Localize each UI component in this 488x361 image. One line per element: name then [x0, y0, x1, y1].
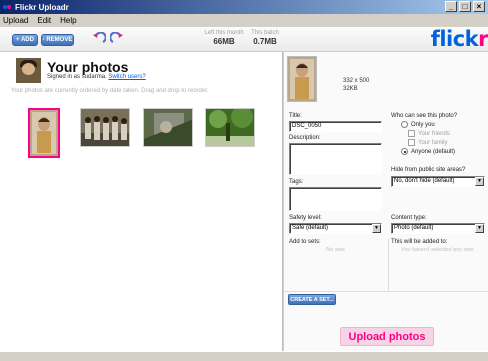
- hide-label: Hide from public site areas?: [391, 167, 466, 173]
- remove-button[interactable]: - REMOVE: [41, 34, 74, 46]
- create-set-button[interactable]: CREATE A SET...: [288, 294, 336, 305]
- menu-bar: Upload Edit Help: [0, 14, 488, 27]
- photo-dimensions: 332 x 500 32KB: [343, 78, 370, 92]
- menu-help[interactable]: Help: [60, 16, 76, 25]
- radio-anyone: [401, 148, 408, 155]
- rotate-right-icon[interactable]: [110, 32, 124, 46]
- window-title: Flickr Uploadr: [15, 2, 69, 12]
- chevron-down-icon: ▼: [372, 224, 381, 233]
- content-type-select[interactable]: Photo (default) ▼: [391, 223, 485, 234]
- chevron-down-icon: ▼: [475, 224, 484, 233]
- radio-only-you: [401, 121, 408, 128]
- this-batch: This batch 0.7MB: [251, 30, 279, 46]
- toolbar: + ADD - REMOVE Left this month 66MB This…: [0, 27, 488, 52]
- no-sets-note: No sets: [326, 247, 345, 253]
- window-titlebar: Flickr Uploadr _ □ ×: [0, 0, 488, 14]
- page-title: Your photos: [47, 59, 129, 75]
- photo-thumbnail[interactable]: [205, 108, 255, 147]
- switch-users-link[interactable]: Switch users?: [108, 74, 145, 80]
- signed-in-text: Signed in as sudarma. Switch users?: [47, 74, 146, 80]
- privacy-your-friends[interactable]: Your friends: [408, 130, 450, 137]
- sets-bottom-divider: [284, 291, 488, 292]
- privacy-label: Who can see this photo?: [391, 113, 458, 119]
- checkbox-family: [408, 139, 415, 146]
- privacy-only-you[interactable]: Only you: [401, 121, 435, 128]
- photos-panel: Your photos Signed in as sudarma. Switch…: [0, 52, 283, 351]
- close-button[interactable]: ×: [473, 1, 485, 12]
- no-selected-sets-note: You haven't selected any sets.: [400, 247, 476, 253]
- upload-photos-button[interactable]: Upload photos: [340, 327, 434, 346]
- photo-thumbnail-selected[interactable]: [28, 108, 60, 158]
- will-be-added-label: This will be added to:: [391, 239, 448, 245]
- photo-thumbnail[interactable]: [80, 108, 130, 147]
- menu-edit[interactable]: Edit: [37, 16, 51, 25]
- privacy-your-family[interactable]: Your family: [408, 139, 447, 146]
- safety-label: Safety level:: [289, 215, 322, 221]
- content-type-label: Content type:: [391, 215, 427, 221]
- left-this-month: Left this month 66MB: [204, 30, 244, 46]
- description-textarea[interactable]: [289, 143, 382, 175]
- minimize-button[interactable]: _: [445, 1, 457, 12]
- chevron-down-icon: ▼: [475, 177, 484, 186]
- title-input[interactable]: DSC_0050: [289, 121, 382, 132]
- flickr-app-icon: [3, 3, 12, 12]
- photo-thumbnail[interactable]: [143, 108, 193, 147]
- title-label: Title:: [289, 113, 302, 119]
- safety-select[interactable]: Safe (default) ▼: [289, 223, 382, 234]
- add-button[interactable]: + ADD: [12, 34, 38, 46]
- sets-divider: [388, 239, 389, 291]
- add-to-sets-label: Add to sets:: [289, 239, 321, 245]
- flickr-logo: flickr: [430, 27, 488, 51]
- description-label: Description:: [289, 135, 321, 141]
- hide-select[interactable]: No, don't hide (default) ▼: [391, 176, 485, 187]
- menu-upload[interactable]: Upload: [3, 16, 28, 25]
- ordering-info: Your photos are currently ordered by dat…: [11, 88, 209, 94]
- checkbox-friends: [408, 130, 415, 137]
- photo-preview: [287, 56, 317, 102]
- rotate-left-icon[interactable]: [92, 32, 106, 46]
- maximize-button[interactable]: □: [459, 1, 471, 12]
- tags-textarea[interactable]: [289, 187, 382, 211]
- details-panel: 332 x 500 32KB Title: DSC_0050 Descripti…: [284, 52, 488, 351]
- status-bar: [0, 351, 488, 361]
- tags-label: Tags:: [289, 179, 304, 185]
- privacy-anyone[interactable]: Anyone (default): [401, 148, 455, 155]
- avatar: [16, 58, 41, 83]
